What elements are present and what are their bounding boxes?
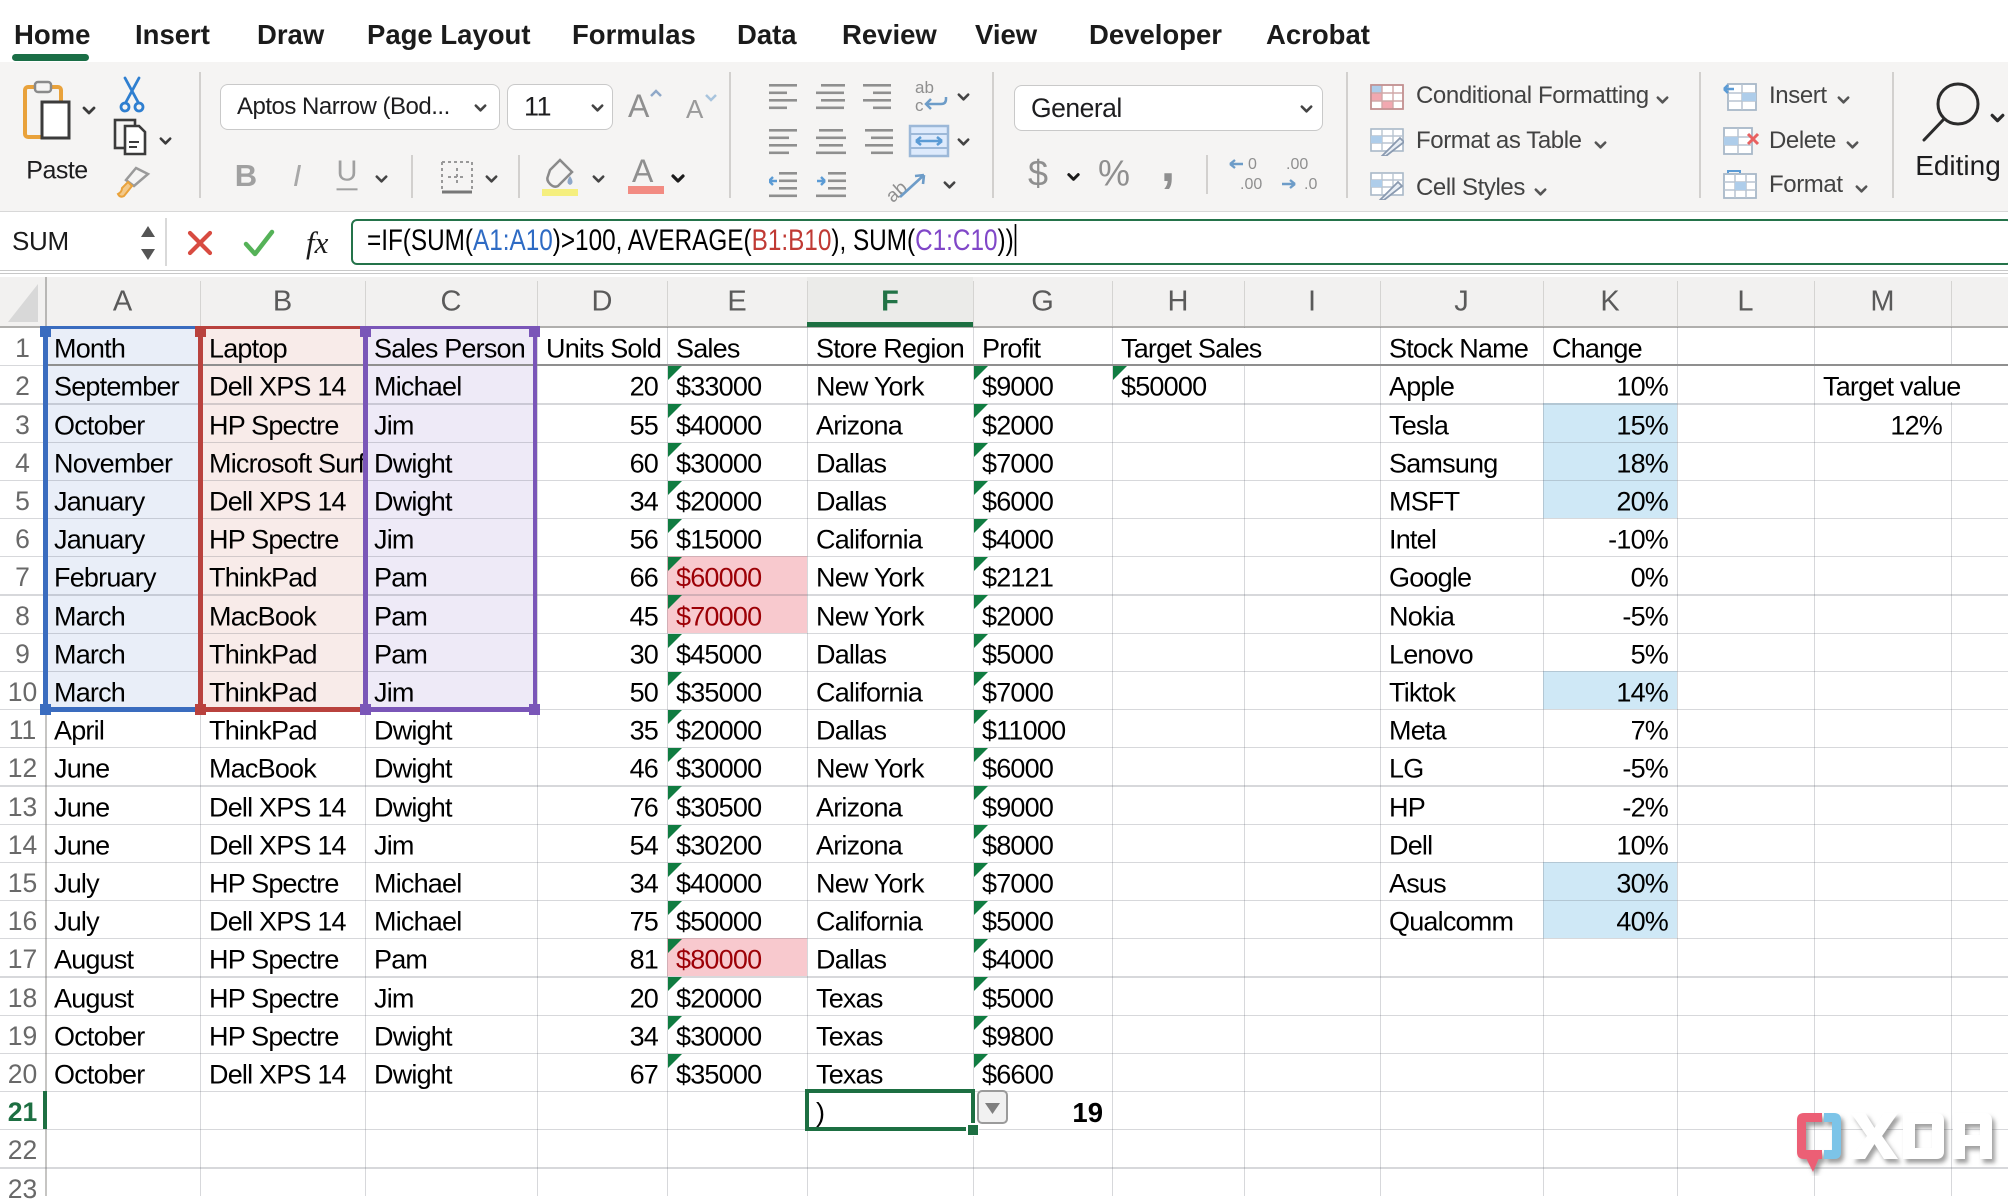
svg-text:A: A [686, 94, 704, 122]
svg-text:A: A [632, 153, 654, 189]
svg-text:ab: ab [915, 78, 934, 97]
svg-text:c: c [915, 96, 924, 115]
svg-text:0: 0 [1248, 156, 1257, 173]
svg-text:.00: .00 [1286, 156, 1308, 173]
svg-text:.0: .0 [1304, 176, 1317, 193]
svg-text:.00: .00 [1240, 176, 1262, 193]
svg-text:A: A [628, 88, 650, 122]
